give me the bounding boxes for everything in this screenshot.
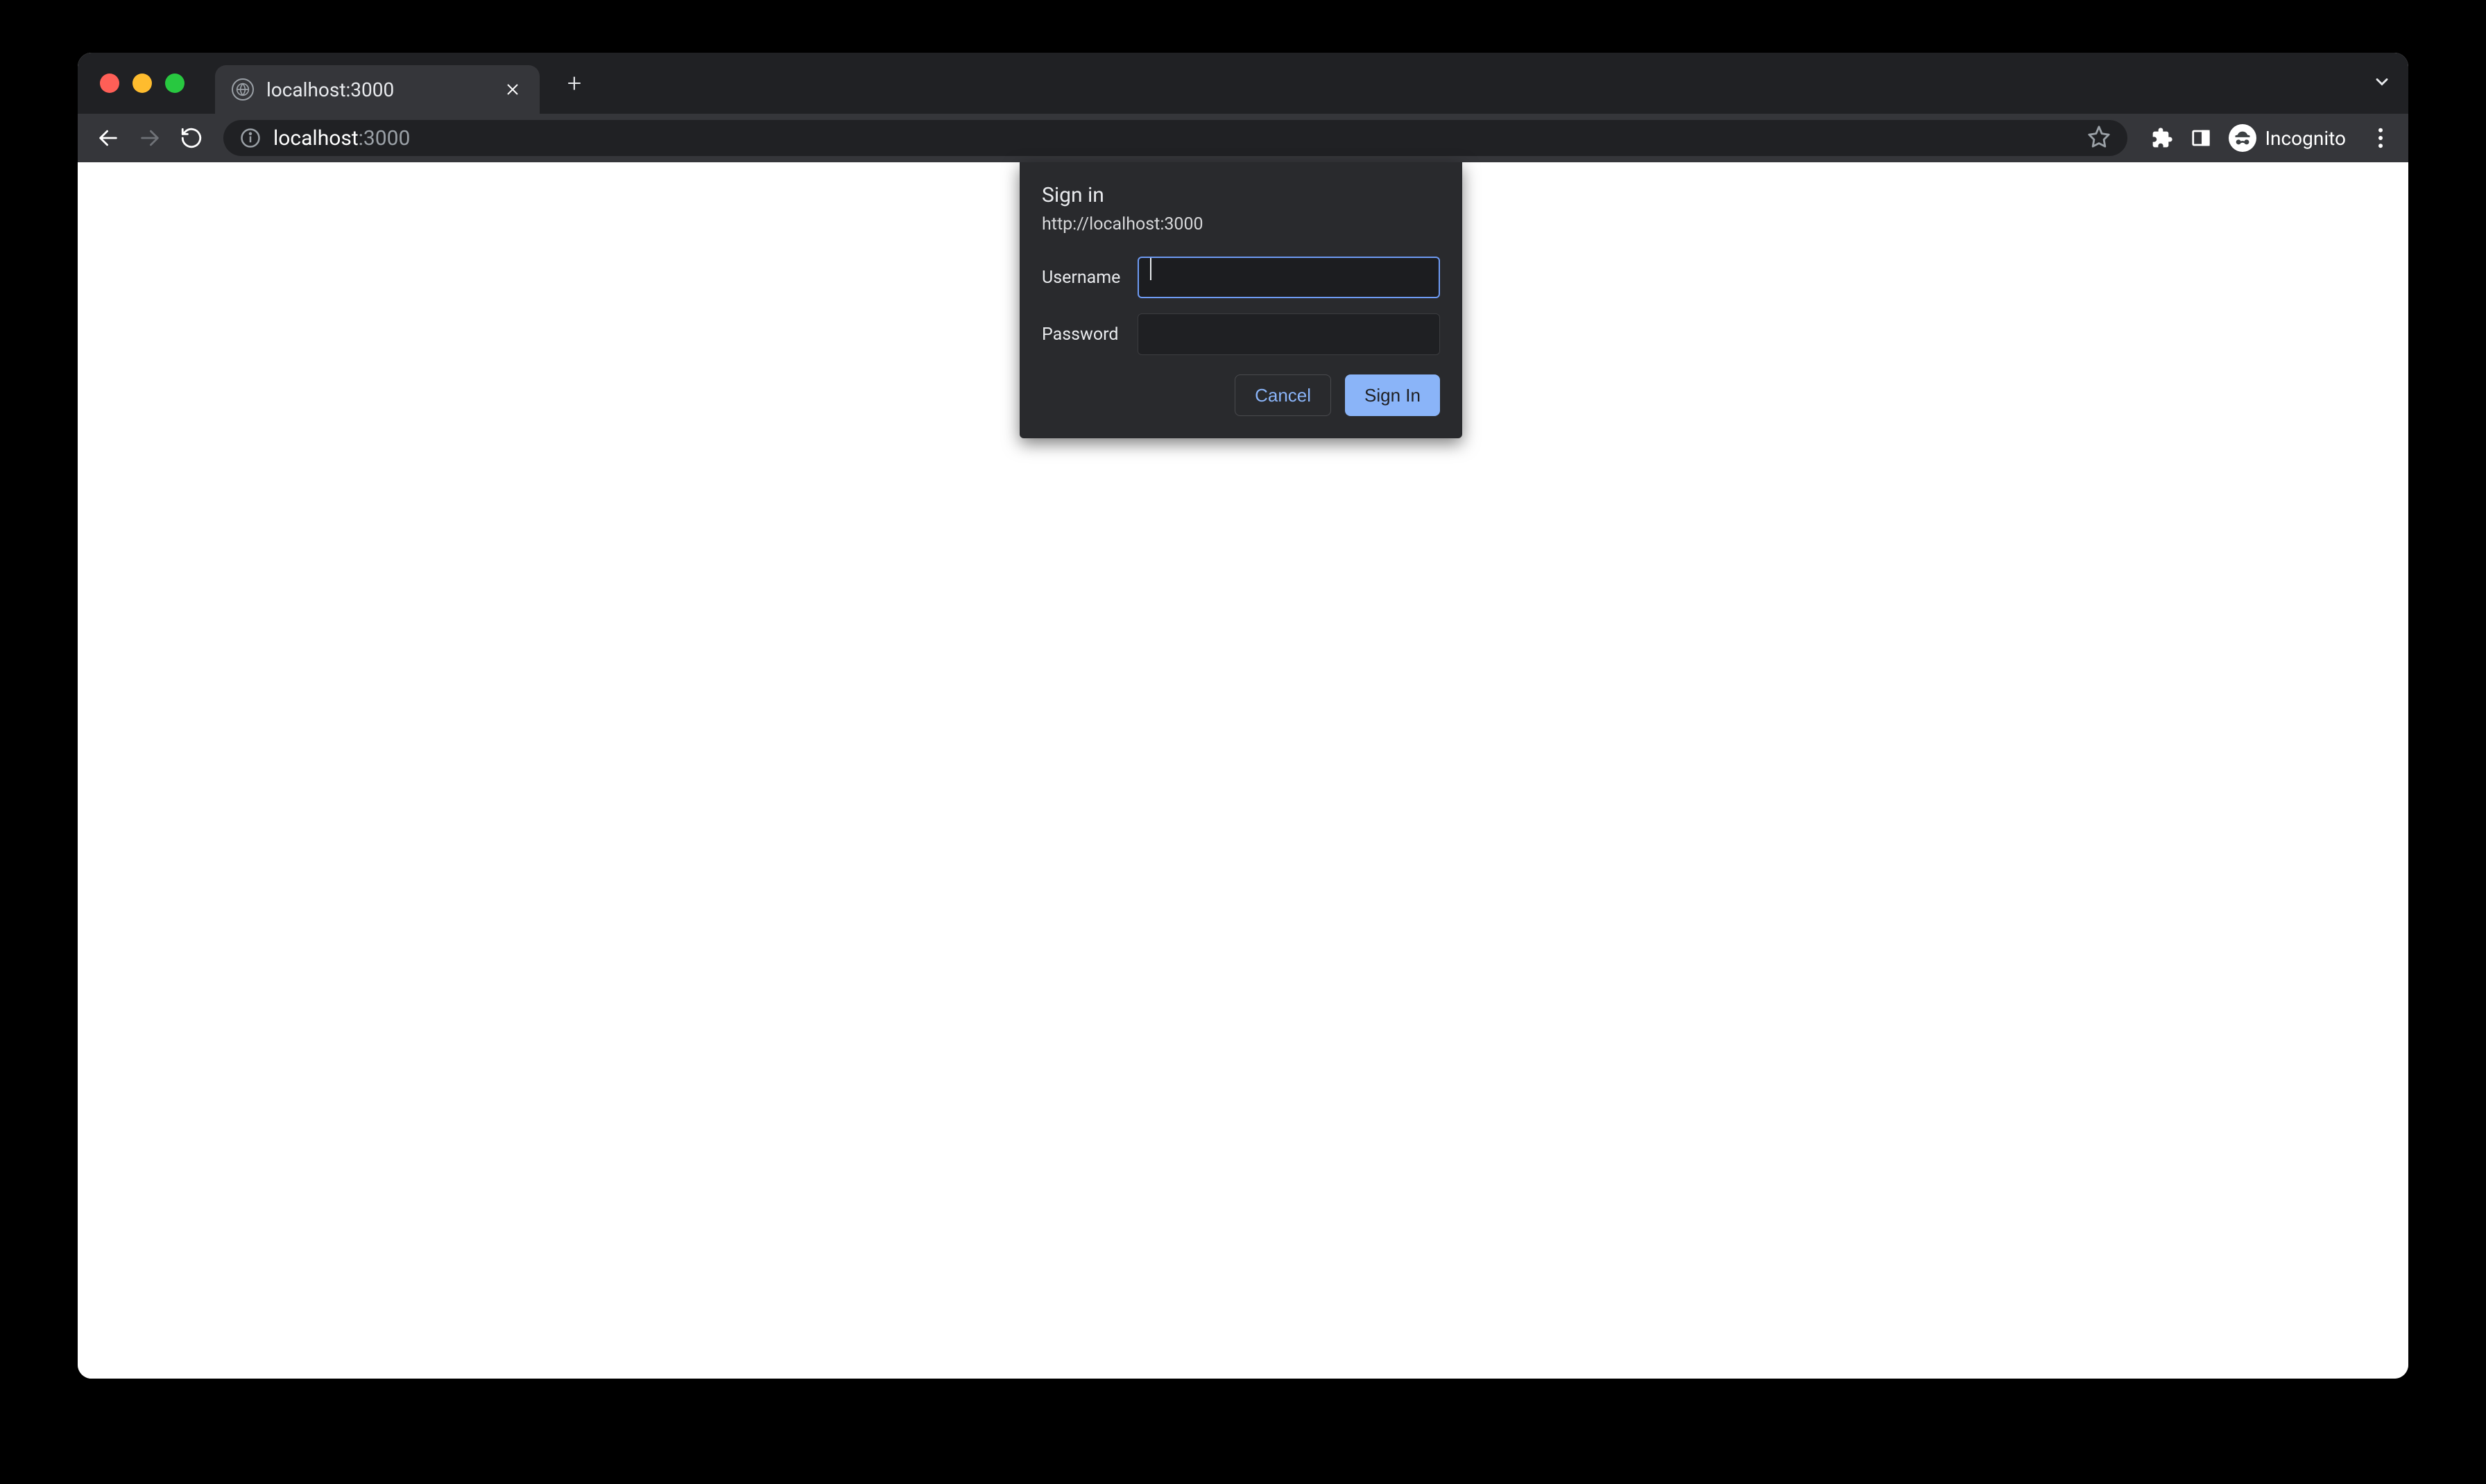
dialog-title: Sign in — [1042, 183, 1440, 207]
url-port: :3000 — [359, 126, 411, 150]
window-close-button[interactable] — [100, 74, 119, 93]
sign-in-button[interactable]: Sign In — [1345, 374, 1440, 416]
bookmark-star-icon[interactable] — [2087, 125, 2111, 151]
profile-button[interactable]: Incognito — [2224, 121, 2357, 155]
extensions-icon[interactable] — [2147, 123, 2177, 153]
browser-tab[interactable]: localhost:3000 — [215, 65, 540, 114]
password-input[interactable] — [1138, 313, 1440, 355]
username-row: Username — [1042, 257, 1440, 298]
dialog-actions: Cancel Sign In — [1042, 374, 1440, 416]
reload-button[interactable] — [173, 120, 209, 156]
dialog-origin: http://localhost:3000 — [1042, 214, 1440, 234]
url-text: localhost:3000 — [273, 126, 2087, 150]
cancel-button[interactable]: Cancel — [1235, 374, 1331, 416]
side-panel-icon[interactable] — [2186, 123, 2216, 153]
tabs-dropdown-button[interactable] — [2372, 72, 2392, 94]
forward-button[interactable] — [132, 120, 168, 156]
url-host: localhost — [273, 126, 359, 150]
tab-close-button[interactable] — [502, 79, 523, 100]
username-input[interactable] — [1138, 257, 1440, 298]
toolbar: localhost:3000 Incognito — [78, 114, 2408, 162]
kebab-menu-icon[interactable] — [2365, 123, 2396, 153]
http-auth-dialog: Sign in http://localhost:3000 Username P… — [1020, 162, 1462, 438]
username-label: Username — [1042, 268, 1138, 288]
toolbar-right: Incognito — [2147, 121, 2396, 155]
page-content: Sign in http://localhost:3000 Username P… — [78, 162, 2408, 1379]
titlebar: localhost:3000 + — [78, 53, 2408, 114]
site-info-icon[interactable] — [240, 128, 261, 148]
password-label: Password — [1042, 325, 1138, 345]
incognito-icon — [2229, 124, 2256, 152]
window-maximize-button[interactable] — [165, 74, 185, 93]
profile-label: Incognito — [2265, 127, 2346, 150]
back-button[interactable] — [90, 120, 126, 156]
browser-window: localhost:3000 + localhost:3000 — [78, 53, 2408, 1379]
password-row: Password — [1042, 313, 1440, 355]
window-minimize-button[interactable] — [132, 74, 152, 93]
tab-title: localhost:3000 — [266, 78, 502, 101]
address-bar[interactable]: localhost:3000 — [223, 120, 2127, 156]
globe-icon — [232, 78, 254, 101]
new-tab-button[interactable]: + — [559, 68, 590, 98]
window-controls — [100, 74, 185, 93]
